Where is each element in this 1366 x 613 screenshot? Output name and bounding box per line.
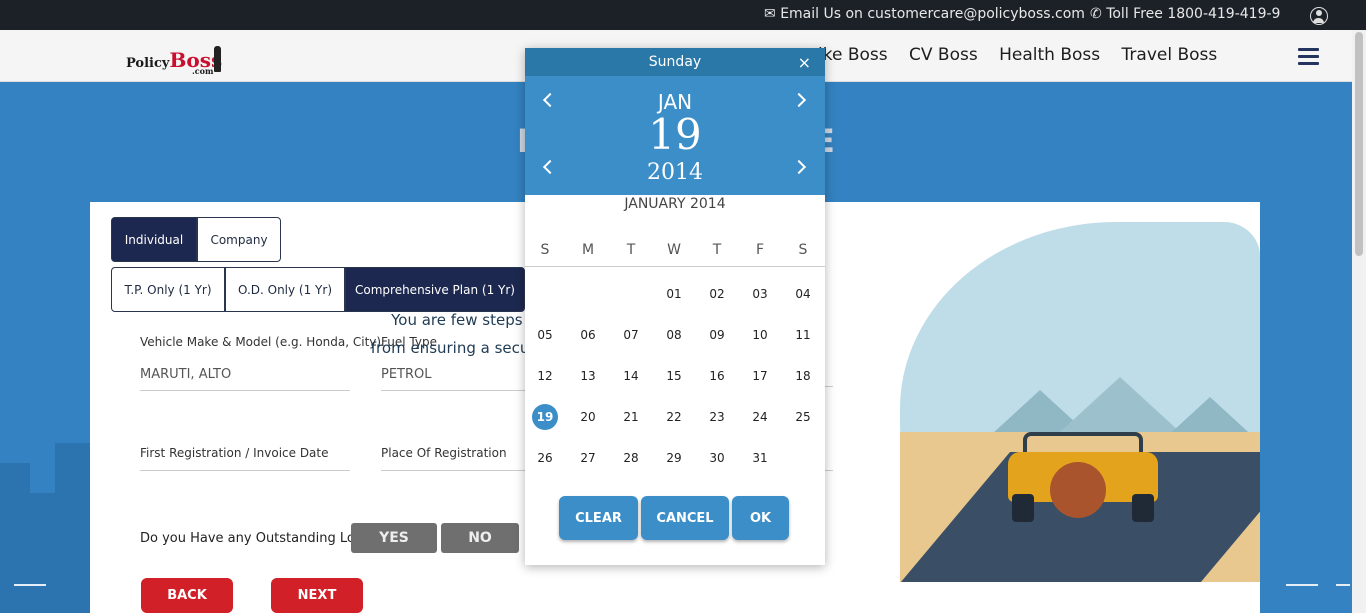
nav-cv-boss[interactable]: CV Boss bbox=[909, 45, 978, 65]
date-picker-header: Sunday × bbox=[525, 48, 825, 76]
calendar-day[interactable]: 25 bbox=[790, 404, 816, 430]
calendar-day[interactable]: 28 bbox=[618, 445, 644, 471]
car-illustration bbox=[860, 202, 1260, 582]
toll-free: ✆ Toll Free 1800-419-419-9 bbox=[1090, 6, 1281, 22]
fuel-field[interactable]: PETROL bbox=[381, 367, 432, 382]
dow-thu: T bbox=[712, 242, 722, 258]
owner-company[interactable]: Company bbox=[197, 217, 281, 262]
calendar-day[interactable]: 17 bbox=[747, 363, 773, 389]
field-underline-tail bbox=[825, 386, 833, 387]
date-picker: Sunday × JAN 19 2014 JANUARY 2014 S M T … bbox=[525, 48, 825, 565]
toll-text: Toll Free 1800-419-419-9 bbox=[1106, 6, 1281, 22]
logo-com: .com bbox=[192, 66, 214, 76]
calendar-day[interactable]: 16 bbox=[704, 363, 730, 389]
road-dash bbox=[14, 584, 46, 586]
calendar-day[interactable]: 24 bbox=[747, 404, 773, 430]
city-silhouette bbox=[0, 400, 90, 613]
calendar-day[interactable]: 06 bbox=[575, 322, 601, 348]
owner-individual[interactable]: Individual bbox=[111, 217, 197, 262]
calendar-day[interactable]: 15 bbox=[661, 363, 687, 389]
calendar-day[interactable]: 12 bbox=[532, 363, 558, 389]
calendar-day[interactable]: 22 bbox=[661, 404, 687, 430]
nav-travel-boss[interactable]: Travel Boss bbox=[1122, 45, 1218, 65]
calendar-day[interactable]: 20 bbox=[575, 404, 601, 430]
calendar-day[interactable]: 14 bbox=[618, 363, 644, 389]
date-picker-day: 19 bbox=[648, 110, 702, 159]
calendar-day[interactable]: 19 bbox=[532, 404, 558, 430]
vehicle-underline bbox=[140, 390, 350, 391]
email-link[interactable]: ✉ Email Us on customercare@policyboss.co… bbox=[764, 6, 1085, 22]
logo-figure-icon bbox=[214, 46, 221, 72]
calendar-day[interactable]: 07 bbox=[618, 322, 644, 348]
logo-part1: Policy bbox=[126, 56, 170, 71]
dow-mon: M bbox=[581, 242, 595, 258]
fuel-underline bbox=[381, 390, 527, 391]
main-nav: ike Boss CV Boss Health Boss Travel Boss bbox=[818, 45, 1233, 65]
place-underline bbox=[381, 470, 527, 471]
email-text[interactable]: Email Us on customercare@policyboss.com bbox=[780, 6, 1085, 22]
calendar-day[interactable]: 08 bbox=[661, 322, 687, 348]
clear-button[interactable]: CLEAR bbox=[559, 496, 638, 540]
ok-button[interactable]: OK bbox=[732, 496, 789, 540]
place-label[interactable]: Place Of Registration bbox=[381, 446, 507, 460]
calendar-day[interactable]: 01 bbox=[661, 281, 687, 307]
road-dash bbox=[1286, 584, 1318, 586]
calendar-day[interactable]: 09 bbox=[704, 322, 730, 348]
calendar-day[interactable]: 04 bbox=[790, 281, 816, 307]
dow-fri: F bbox=[755, 242, 765, 258]
dow-wed: W bbox=[667, 242, 681, 258]
close-icon[interactable]: × bbox=[798, 49, 811, 77]
back-button[interactable]: BACK bbox=[141, 578, 233, 613]
calendar-day[interactable]: 18 bbox=[790, 363, 816, 389]
menu-icon[interactable] bbox=[1298, 48, 1319, 65]
calendar-day[interactable]: 13 bbox=[575, 363, 601, 389]
loan-no-button[interactable]: NO bbox=[441, 523, 519, 553]
calendar-day[interactable]: 29 bbox=[661, 445, 687, 471]
scrollbar-thumb[interactable] bbox=[1355, 32, 1363, 256]
calendar-day[interactable]: 03 bbox=[747, 281, 773, 307]
calendar-day[interactable]: 21 bbox=[618, 404, 644, 430]
vehicle-label: Vehicle Make & Model (e.g. Honda, City) bbox=[140, 335, 382, 349]
top-bar: ✉ Email Us on customercare@policyboss.co… bbox=[0, 0, 1366, 30]
vehicle-field[interactable]: MARUTI, ALTO bbox=[140, 367, 231, 382]
road-dash bbox=[1336, 584, 1350, 586]
reg-date-underline bbox=[140, 470, 350, 471]
dow-tue: T bbox=[626, 242, 636, 258]
calendar-day[interactable]: 31 bbox=[747, 445, 773, 471]
nav-bike-boss[interactable]: ike Boss bbox=[818, 45, 888, 65]
calendar-day[interactable]: 23 bbox=[704, 404, 730, 430]
calendar-day[interactable]: 10 bbox=[747, 322, 773, 348]
calendar-day[interactable]: 02 bbox=[704, 281, 730, 307]
plan-od-only[interactable]: O.D. Only (1 Yr) bbox=[225, 267, 345, 312]
dow-sun: S bbox=[540, 242, 550, 258]
next-button[interactable]: NEXT bbox=[271, 578, 363, 613]
cancel-button[interactable]: CANCEL bbox=[641, 496, 729, 540]
user-icon[interactable] bbox=[1310, 7, 1328, 25]
scrollbar[interactable] bbox=[1352, 30, 1366, 613]
field-underline-tail bbox=[825, 470, 833, 471]
date-picker-year: 2014 bbox=[647, 160, 703, 185]
reg-date-label[interactable]: First Registration / Invoice Date bbox=[140, 446, 329, 460]
dow-sat: S bbox=[798, 242, 808, 258]
date-picker-weekday: Sunday bbox=[648, 54, 702, 70]
car-icon bbox=[1008, 432, 1158, 522]
calendar-caption: JANUARY 2014 bbox=[624, 196, 726, 212]
calendar-day[interactable]: 30 bbox=[704, 445, 730, 471]
loan-yes-button[interactable]: YES bbox=[351, 523, 437, 553]
plan-tp-only[interactable]: T.P. Only (1 Yr) bbox=[111, 267, 225, 312]
logo[interactable]: PolicyBoss .com bbox=[126, 46, 222, 76]
date-picker-display: JAN 19 2014 bbox=[525, 76, 825, 195]
loan-question: Do you Have any Outstanding Loan? bbox=[140, 531, 378, 546]
calendar-divider bbox=[525, 266, 825, 267]
nav-health-boss[interactable]: Health Boss bbox=[999, 45, 1100, 65]
calendar-day[interactable]: 11 bbox=[790, 322, 816, 348]
calendar-day[interactable]: 05 bbox=[532, 322, 558, 348]
calendar-day[interactable]: 27 bbox=[575, 445, 601, 471]
calendar-day[interactable]: 26 bbox=[532, 445, 558, 471]
